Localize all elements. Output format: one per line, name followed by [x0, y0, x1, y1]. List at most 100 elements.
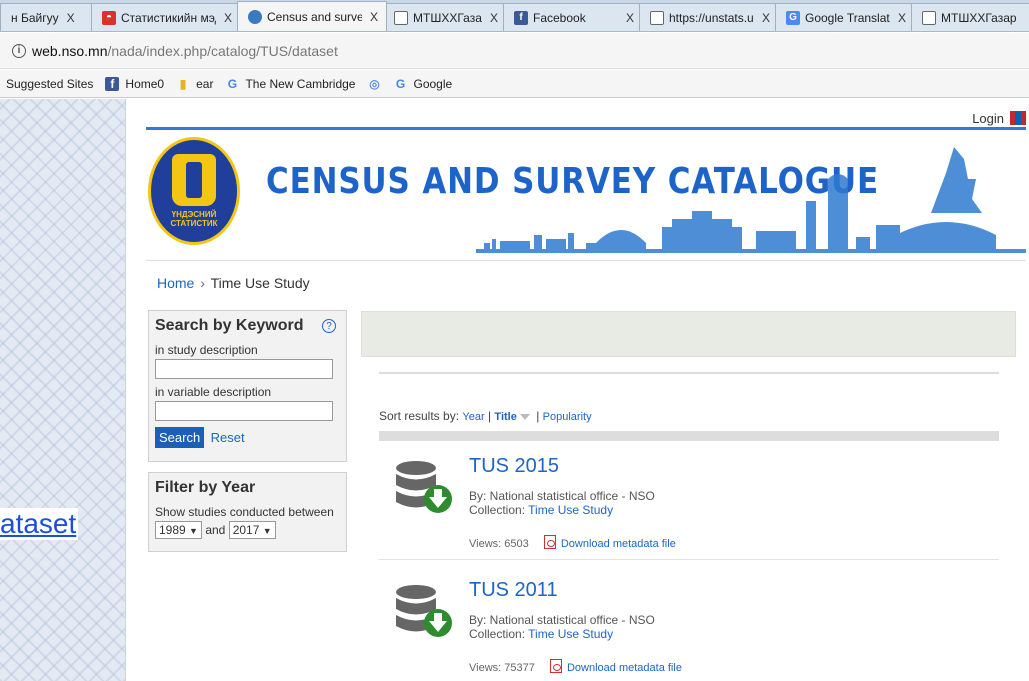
- study-title[interactable]: TUS 2011: [469, 579, 558, 602]
- bookmark-label: ear: [196, 76, 214, 91]
- login-row: Login: [146, 107, 1026, 129]
- google-icon: G: [395, 76, 406, 91]
- nso-logo[interactable]: ҮНДЭСНИЙ СТАТИСТИК: [148, 137, 240, 245]
- sort-title-link[interactable]: Title: [494, 411, 516, 423]
- site-header: ҮНДЭСНИЙ СТАТИСТИК CENSUS AND SURVEY CAT…: [146, 133, 1026, 261]
- pdf-icon[interactable]: [549, 659, 562, 673]
- study-separator: [379, 559, 999, 560]
- study-description-input[interactable]: [155, 359, 333, 379]
- tab-4[interactable]: МТШХХГазар X: [383, 3, 507, 31]
- logo-text-line-2: СТАТИСТИК: [170, 219, 218, 228]
- url-path: /nada/index.php/catalog/TUS/dataset: [107, 42, 338, 59]
- translate-icon: G: [786, 10, 800, 25]
- page-content: ataset Login ҮНДЭСНИЙ СТАТИСТИК CENSUS A…: [0, 99, 1029, 681]
- sort-separator: |: [536, 409, 540, 423]
- city-skyline-illustration: [476, 147, 1026, 253]
- mongolia-flag-icon[interactable]: [1010, 111, 1026, 125]
- tab-close-icon[interactable]: X: [224, 11, 232, 25]
- sort-year-link[interactable]: Year: [462, 411, 484, 423]
- bookmark-ear[interactable]: ▮ ear: [176, 76, 214, 91]
- study-views: Views: 6503: [469, 538, 529, 550]
- page-icon: [650, 10, 664, 25]
- study-item: TUS 2015 By: National statistical office…: [394, 455, 999, 555]
- database-download-icon[interactable]: [394, 459, 456, 519]
- study-description-label: in study description: [155, 343, 258, 357]
- tab-8[interactable]: МТШХХГазар: [911, 3, 1029, 31]
- bookmark-suggested-sites[interactable]: Suggested Sites: [6, 77, 93, 91]
- breadcrumb-home[interactable]: Home: [157, 275, 194, 291]
- study-collection: Collection: Time Use Study: [469, 627, 613, 641]
- un-icon: ◎: [369, 76, 380, 91]
- tab-close-icon[interactable]: X: [67, 11, 75, 25]
- reset-link[interactable]: Reset: [211, 430, 245, 445]
- login-link[interactable]: Login: [972, 111, 1004, 126]
- breadcrumb-separator: ›: [200, 275, 205, 291]
- search-actions: Search Reset: [155, 427, 340, 448]
- tab-close-icon[interactable]: X: [370, 10, 378, 24]
- info-icon[interactable]: i: [12, 43, 26, 58]
- to-year-select[interactable]: 2017 ▼: [228, 521, 276, 539]
- tab-title: Facebook: [533, 10, 586, 25]
- results-divider: [379, 372, 999, 374]
- search-button[interactable]: Search: [155, 427, 205, 448]
- tab-7[interactable]: G Google Translate X: [775, 3, 915, 31]
- tab-1[interactable]: н Байгуу X: [0, 3, 95, 31]
- study-item: TUS 2011 By: National statistical office…: [394, 579, 999, 679]
- sort-label: Sort results by:: [379, 409, 460, 423]
- facebook-icon: f: [514, 10, 528, 25]
- page-icon: [922, 10, 936, 25]
- tab-close-icon[interactable]: X: [898, 11, 906, 25]
- breadcrumb: Home › Time Use Study: [157, 275, 310, 291]
- study-producer: By: National statistical office - NSO: [469, 613, 655, 627]
- download-metadata-link[interactable]: Download metadata file: [561, 538, 676, 550]
- bookmarks-bar: Suggested Sites f Home0 ▮ ear G The New …: [0, 70, 1029, 98]
- bookmark-home0[interactable]: f Home0: [105, 76, 164, 91]
- page-icon: [394, 10, 408, 25]
- candle-icon: ▮: [179, 76, 187, 91]
- dataset-link[interactable]: ataset: [0, 508, 79, 540]
- collection-label: Collection:: [469, 503, 526, 517]
- bookmark-un[interactable]: ◎: [367, 77, 387, 91]
- logo-text-line-1: ҮНДЭСНИЙ: [171, 210, 217, 219]
- results-grey-bar: [379, 431, 999, 441]
- study-producer: By: National statistical office - NSO: [469, 489, 655, 503]
- facebook-icon: f: [105, 76, 120, 91]
- bookmark-new-cambridge[interactable]: G The New Cambridge: [225, 76, 356, 91]
- tab-close-icon[interactable]: X: [490, 11, 498, 25]
- red-site-icon: ◓: [102, 10, 116, 25]
- study-meta: Views: 6503 Download metadata file: [469, 535, 676, 550]
- tab-title: МТШХХГазар: [941, 10, 1017, 25]
- bookmark-label: The New Cambridge: [245, 76, 356, 91]
- tab-active[interactable]: Census and survey X: [237, 1, 387, 31]
- collection-link[interactable]: Time Use Study: [528, 503, 613, 517]
- variable-description-input[interactable]: [155, 401, 333, 421]
- tab-2[interactable]: ◓ Статистикийн мэд X: [91, 3, 241, 31]
- tab-close-icon[interactable]: X: [762, 11, 770, 25]
- soyombo-emblem-icon: [172, 154, 216, 206]
- filter-label: Show studies conducted between: [155, 505, 334, 519]
- tab-close-icon[interactable]: X: [626, 11, 634, 25]
- database-download-icon[interactable]: [394, 583, 456, 643]
- tab-title: Статистикийн мэд: [121, 10, 216, 25]
- year-range: 1989 ▼ and 2017 ▼: [155, 521, 340, 539]
- dropdown-arrow-icon: ▼: [262, 526, 272, 536]
- help-icon[interactable]: ?: [322, 319, 336, 333]
- pdf-icon[interactable]: [543, 535, 556, 549]
- bookmark-google[interactable]: G Google: [393, 77, 452, 91]
- collection-link[interactable]: Time Use Study: [528, 627, 613, 641]
- download-metadata-link[interactable]: Download metadata file: [567, 662, 682, 674]
- study-title[interactable]: TUS 2015: [469, 455, 559, 478]
- sort-popularity-link[interactable]: Popularity: [543, 411, 592, 423]
- dropdown-arrow-icon: ▼: [189, 526, 198, 536]
- results-header-band: [361, 311, 1016, 357]
- study-views: Views: 75377: [469, 662, 535, 674]
- sort-desc-icon[interactable]: [519, 413, 530, 420]
- tab-6[interactable]: https://unstats.un X: [639, 3, 779, 31]
- search-heading: Search by Keyword: [155, 317, 304, 334]
- tab-5[interactable]: f Facebook X: [503, 3, 643, 31]
- from-year-select[interactable]: 1989 ▼: [155, 521, 202, 539]
- address-bar[interactable]: i web.nso.mn/nada/index.php/catalog/TUS/…: [0, 33, 1029, 69]
- from-year-value: 1989: [159, 523, 186, 537]
- tab-title: МТШХХГазар: [413, 10, 482, 25]
- collection-label: Collection:: [469, 627, 526, 641]
